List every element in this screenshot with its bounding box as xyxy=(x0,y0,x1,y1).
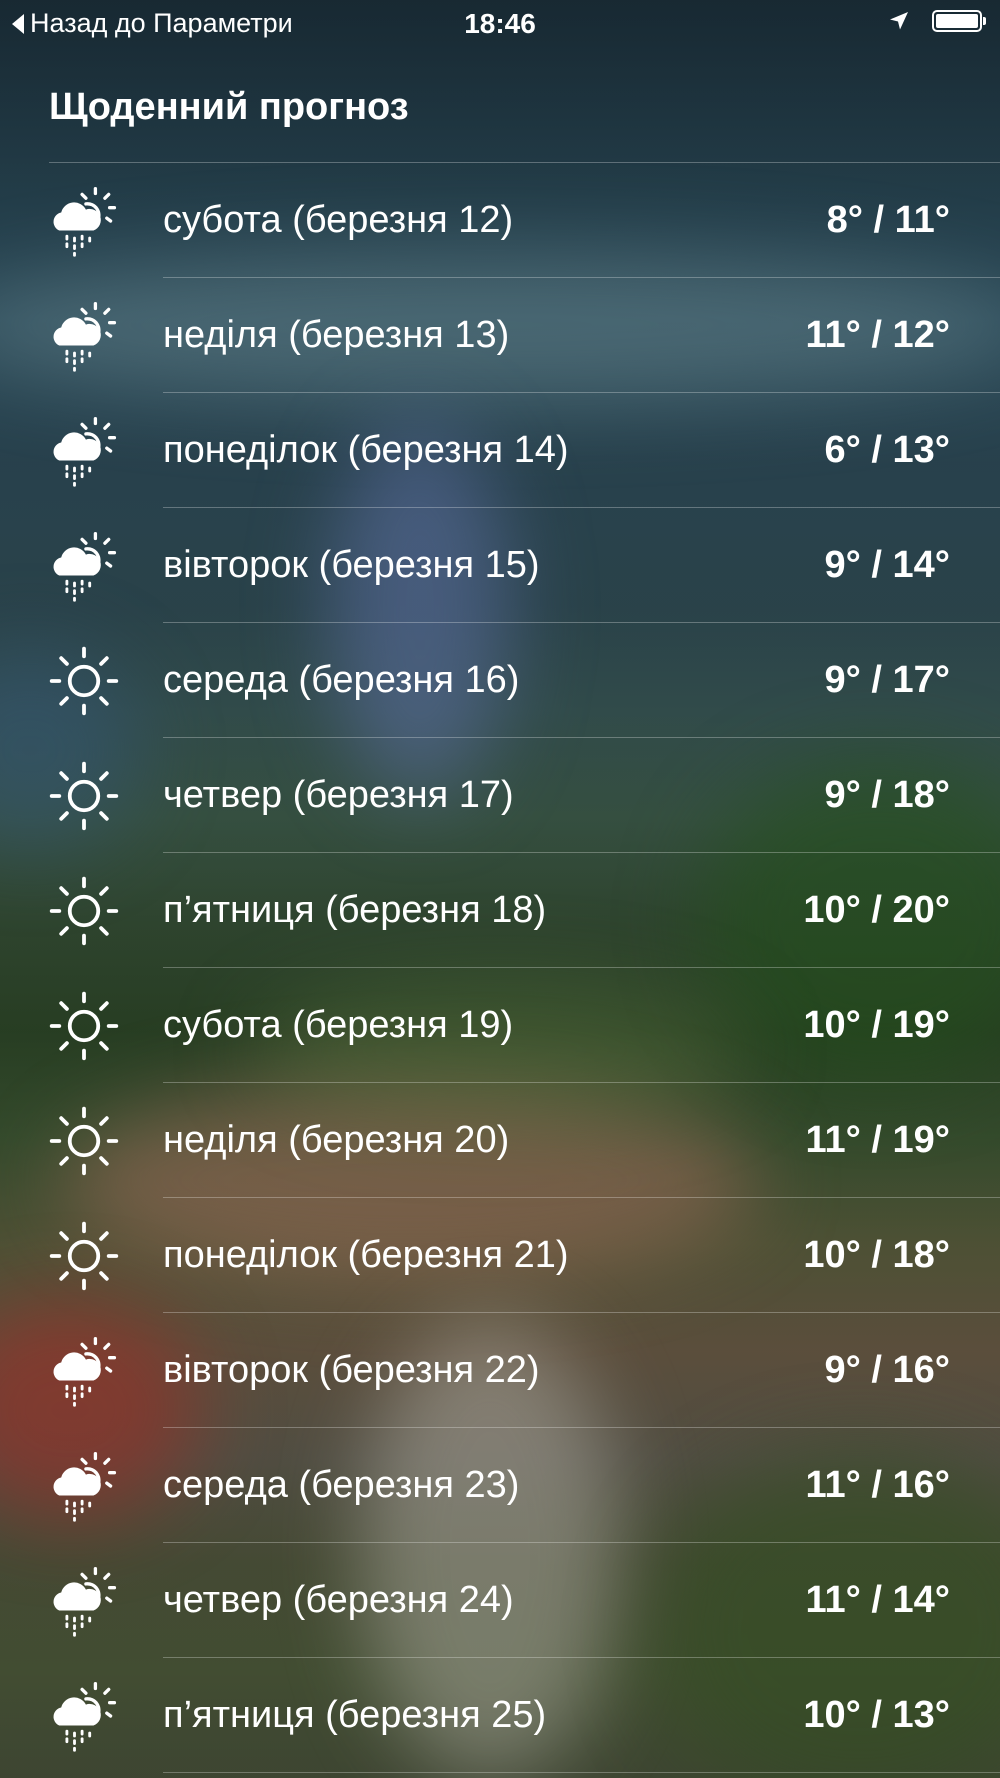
partly-sunny-rain-icon xyxy=(46,1331,122,1411)
temperature-range: 9° / 14° xyxy=(824,544,950,586)
day-label: субота (березня 12) xyxy=(163,199,514,241)
list-item[interactable]: субота (березня 19) 10° / 19° xyxy=(49,968,1000,1083)
day-label: понеділок (березня 14) xyxy=(163,429,569,471)
day-label: четвер (березня 17) xyxy=(163,774,514,816)
day-label: вівторок (березня 15) xyxy=(163,544,540,586)
page-title: Щоденний прогноз xyxy=(49,86,409,128)
partly-sunny-rain-icon xyxy=(46,181,122,261)
list-item[interactable]: понеділок (березня 14) 6° / 13° xyxy=(53,393,1000,508)
sun-icon xyxy=(46,1101,122,1181)
list-item[interactable]: понеділок (березня 21) 10° / 18° xyxy=(49,1198,1000,1313)
sun-icon xyxy=(46,986,122,1066)
list-item[interactable]: неділя (березня 13) 11° / 12° xyxy=(53,278,1000,393)
battery-icon xyxy=(932,10,986,32)
temperature-range: 11° / 16° xyxy=(805,1464,950,1506)
list-item[interactable]: неділя (березня 20) 11° / 19° xyxy=(49,1083,1000,1198)
partly-sunny-rain-icon xyxy=(46,1561,122,1641)
status-bar: Назад до Параметри 18:46 xyxy=(0,0,1000,48)
partly-sunny-rain-icon xyxy=(46,411,122,491)
day-label: неділя (березня 13) xyxy=(163,314,510,356)
temperature-range: 10° / 20° xyxy=(803,889,950,931)
list-item[interactable]: п’ятниця (березня 25) 10° / 13° xyxy=(53,1658,1000,1773)
temperature-range: 10° / 13° xyxy=(803,1694,950,1736)
partly-sunny-rain-icon xyxy=(46,526,122,606)
list-item[interactable]: середа (березня 23) 11° / 16° xyxy=(53,1428,1000,1543)
daily-forecast-list[interactable]: субота (березня 12) 8° / 11° неділя (берез… xyxy=(0,163,1000,1773)
day-label: понеділок (березня 21) xyxy=(163,1234,569,1276)
list-item[interactable]: вівторок (березня 15) 9° / 14° xyxy=(53,508,1000,623)
day-label: вівторок (березня 22) xyxy=(163,1349,540,1391)
temperature-range: 9° / 16° xyxy=(824,1349,950,1391)
day-label: середа (березня 23) xyxy=(163,1464,520,1506)
temperature-range: 8° / 11° xyxy=(826,199,950,241)
list-item[interactable]: п’ятниця (березня 18) 10° / 20° xyxy=(49,853,1000,968)
list-item[interactable]: субота (березня 12) 8° / 11° xyxy=(53,163,1000,278)
partly-sunny-rain-icon xyxy=(46,1446,122,1526)
temperature-range: 10° / 18° xyxy=(803,1234,950,1276)
day-label: четвер (березня 24) xyxy=(163,1579,514,1621)
partly-sunny-rain-icon xyxy=(46,296,122,376)
status-time: 18:46 xyxy=(464,8,536,39)
day-label: середа (березня 16) xyxy=(163,659,520,701)
sun-icon xyxy=(46,641,122,721)
location-arrow-icon xyxy=(890,12,908,30)
list-item[interactable]: середа (березня 16) 9° / 17° xyxy=(49,623,1000,738)
sun-icon xyxy=(46,756,122,836)
list-item[interactable]: вівторок (березня 22) 9° / 16° xyxy=(53,1313,1000,1428)
partly-sunny-rain-icon xyxy=(46,1676,122,1756)
temperature-range: 11° / 14° xyxy=(805,1579,950,1621)
temperature-range: 9° / 18° xyxy=(824,774,950,816)
temperature-range: 11° / 19° xyxy=(805,1119,950,1161)
sun-icon xyxy=(46,1216,122,1296)
temperature-range: 6° / 13° xyxy=(824,429,950,471)
temperature-range: 11° / 12° xyxy=(805,314,950,356)
list-item[interactable]: четвер (березня 17) 9° / 18° xyxy=(49,738,1000,853)
day-label: неділя (березня 20) xyxy=(163,1119,510,1161)
temperature-range: 9° / 17° xyxy=(824,659,950,701)
day-label: п’ятниця (березня 25) xyxy=(163,1694,547,1736)
temperature-range: 10° / 19° xyxy=(803,1004,950,1046)
day-label: п’ятниця (березня 18) xyxy=(163,889,547,931)
sun-icon xyxy=(46,871,122,951)
list-item[interactable]: четвер (березня 24) 11° / 14° xyxy=(53,1543,1000,1658)
day-label: субота (березня 19) xyxy=(163,1004,514,1046)
